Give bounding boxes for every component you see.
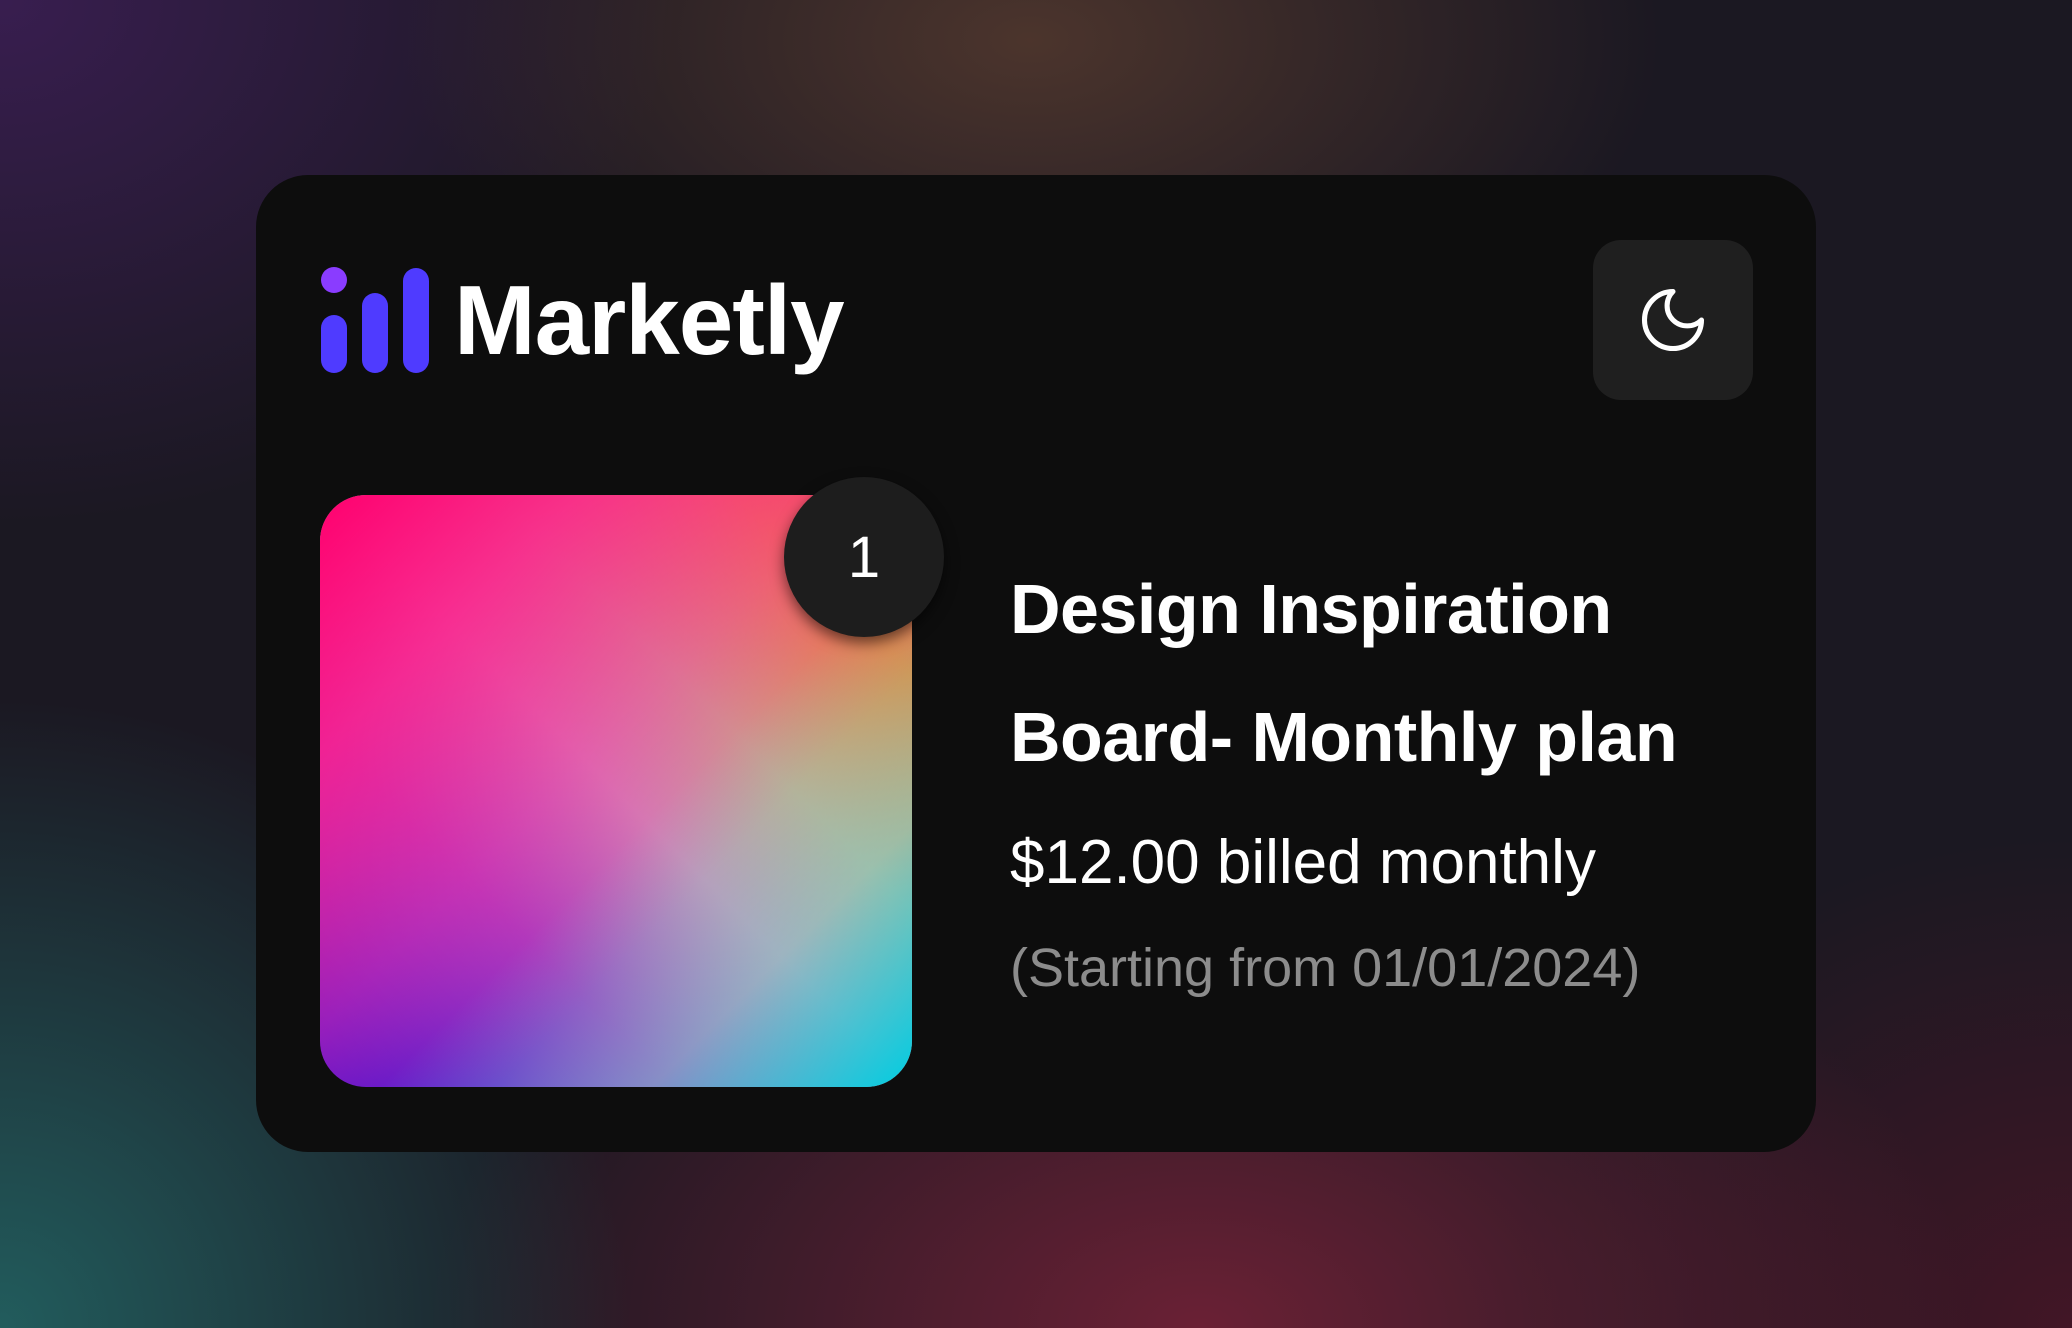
plan-title: Design Inspiration Board- Monthly plan (1010, 570, 1678, 776)
brand: Marketly (320, 265, 845, 375)
plan-details: Design Inspiration Board- Monthly plan $… (1010, 545, 1770, 1003)
plan-card: Marketly 1 Design Inspiration Board- Mon… (256, 175, 1816, 1152)
plan-start-date: (Starting from 01/01/2024) (1010, 938, 1641, 998)
moon-icon (1642, 288, 1705, 351)
theme-toggle-button[interactable] (1593, 240, 1753, 400)
quantity-badge: 1 (784, 477, 944, 637)
plan-price: $12.00 billed monthly (1010, 828, 1596, 897)
bar-chart-logo-icon (321, 267, 429, 373)
brand-name: Marketly (454, 265, 845, 375)
